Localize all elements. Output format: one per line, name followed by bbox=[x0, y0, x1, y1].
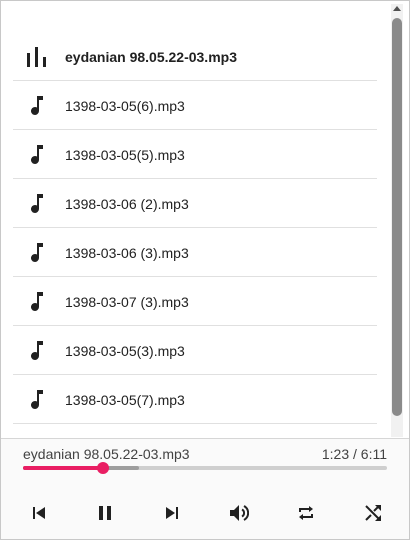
pause-button[interactable] bbox=[91, 499, 119, 527]
shuffle-icon bbox=[364, 504, 382, 522]
playlist-item[interactable]: 1398-03-05(7).mp3 bbox=[13, 376, 377, 424]
next-icon bbox=[165, 506, 179, 520]
previous-button[interactable] bbox=[25, 499, 53, 527]
track-name: 1398-03-05(3).mp3 bbox=[65, 342, 185, 359]
repeat-icon bbox=[297, 504, 315, 522]
music-note-icon bbox=[25, 290, 49, 314]
equalizer-icon bbox=[25, 45, 49, 69]
track-name: 1398-03-05(6).mp3 bbox=[65, 97, 185, 114]
playlist: eydanian 98.05.22-03.mp3 1398-03-05(6).m… bbox=[1, 1, 389, 437]
track-name: 1398-03-06 (2).mp3 bbox=[65, 195, 189, 212]
now-playing-title: eydanian 98.05.22-03.mp3 bbox=[23, 446, 190, 462]
playback-controls bbox=[1, 499, 409, 527]
repeat-button[interactable] bbox=[292, 499, 320, 527]
playlist-item-active[interactable]: eydanian 98.05.22-03.mp3 bbox=[13, 33, 377, 81]
volume-icon bbox=[229, 504, 249, 522]
playlist-scrollbar[interactable] bbox=[391, 4, 403, 437]
track-name: 1398-03-07 (3).mp3 bbox=[65, 293, 189, 310]
seek-thumb[interactable] bbox=[97, 462, 110, 474]
player-bar: eydanian 98.05.22-03.mp3 1:23 / 6:11 bbox=[1, 438, 409, 539]
track-name: 1398-03-05(5).mp3 bbox=[65, 146, 185, 163]
playlist-item[interactable]: 1398-03-07 (3).mp3 bbox=[13, 278, 377, 326]
playlist-item[interactable]: 1398-03-05(6).mp3 bbox=[13, 82, 377, 130]
shuffle-button[interactable] bbox=[359, 499, 387, 527]
scrollbar-thumb[interactable] bbox=[392, 18, 402, 416]
track-name: 1398-03-06 (3).mp3 bbox=[65, 244, 189, 261]
track-name: 1398-03-05(7).mp3 bbox=[65, 391, 185, 408]
scroll-up-arrow-icon[interactable] bbox=[393, 6, 401, 11]
seek-played bbox=[23, 466, 104, 470]
playlist-item[interactable]: 1398-03-06 (2).mp3 bbox=[13, 180, 377, 228]
previous-icon bbox=[32, 506, 46, 520]
volume-button[interactable] bbox=[225, 499, 253, 527]
pause-icon bbox=[98, 505, 112, 521]
music-note-icon bbox=[25, 241, 49, 265]
playlist-item[interactable]: 1398-03-06 (3).mp3 bbox=[13, 229, 377, 277]
next-button[interactable] bbox=[158, 499, 186, 527]
music-note-icon bbox=[25, 388, 49, 412]
playlist-item[interactable]: 1398-03-05(5).mp3 bbox=[13, 131, 377, 179]
music-note-icon bbox=[25, 94, 49, 118]
music-note-icon bbox=[25, 192, 49, 216]
music-note-icon bbox=[25, 339, 49, 363]
playlist-item[interactable]: 1398-03-05(3).mp3 bbox=[13, 327, 377, 375]
seek-bar[interactable] bbox=[23, 462, 387, 474]
music-player-window: eydanian 98.05.22-03.mp3 1398-03-05(6).m… bbox=[0, 0, 410, 540]
playback-time: 1:23 / 6:11 bbox=[321, 446, 387, 462]
music-note-icon bbox=[25, 143, 49, 167]
track-name: eydanian 98.05.22-03.mp3 bbox=[65, 48, 237, 65]
